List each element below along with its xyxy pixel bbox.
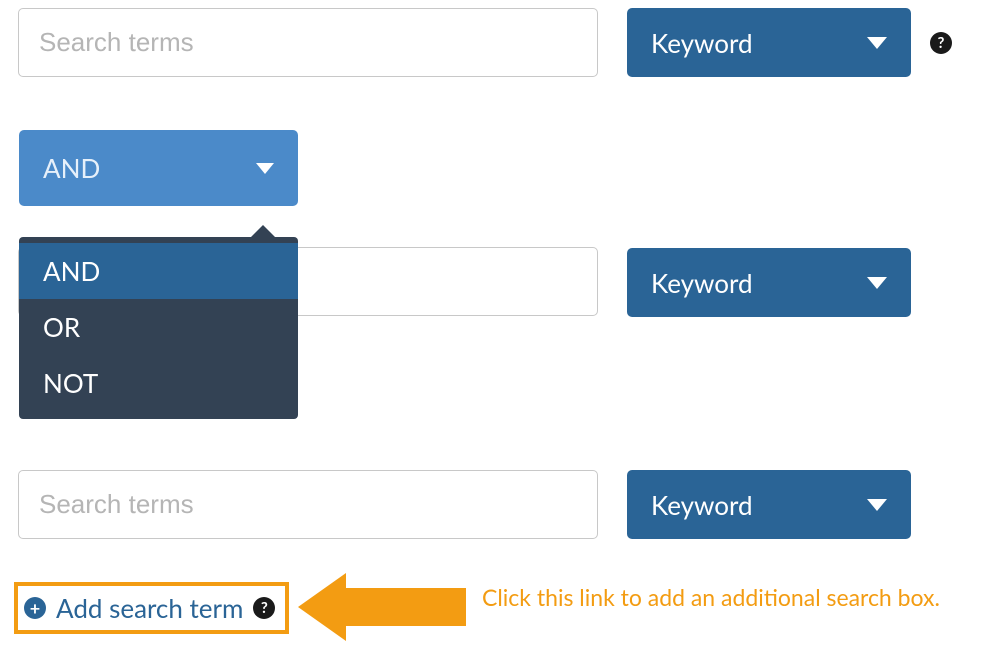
chevron-down-icon — [867, 499, 887, 511]
field-select-1[interactable]: Keyword — [627, 8, 911, 77]
add-search-term-label: Add search term — [56, 592, 243, 624]
field-select-2[interactable]: Keyword — [627, 248, 911, 317]
plus-circle-icon: + — [24, 597, 46, 619]
chevron-down-icon — [867, 277, 887, 289]
field-select-2-label: Keyword — [651, 267, 753, 299]
chevron-down-icon — [867, 37, 887, 49]
chevron-down-icon — [256, 163, 274, 174]
annotation-caption: Click this link to add an additional sea… — [482, 582, 942, 613]
boolean-option-not[interactable]: NOT — [19, 355, 298, 411]
boolean-operator-label: AND — [43, 152, 100, 184]
boolean-option-or[interactable]: OR — [19, 299, 298, 355]
boolean-operator-select[interactable]: AND — [19, 130, 298, 206]
annotation-arrow-icon — [298, 573, 466, 641]
field-select-3-label: Keyword — [651, 489, 753, 521]
field-help-icon[interactable]: ? — [930, 32, 952, 54]
field-select-1-label: Keyword — [651, 27, 753, 59]
advanced-search-panel: Keyword ? AND Keyword AND OR NOT Keyword… — [0, 0, 1000, 647]
search-terms-input-1[interactable] — [18, 8, 598, 77]
field-select-3[interactable]: Keyword — [627, 470, 911, 539]
add-search-term-help-icon[interactable]: ? — [253, 597, 275, 619]
search-terms-input-3[interactable] — [18, 470, 598, 539]
boolean-operator-menu[interactable]: AND OR NOT — [19, 237, 298, 419]
boolean-option-and[interactable]: AND — [19, 243, 298, 299]
add-search-term-link[interactable]: + Add search term ? — [14, 582, 289, 634]
